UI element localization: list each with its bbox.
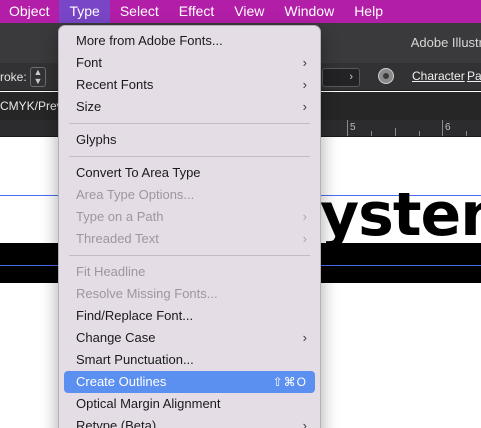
menu-item-change-case[interactable]: Change Case › <box>64 327 315 349</box>
ruler-tick <box>466 131 467 136</box>
menu-window[interactable]: Window <box>274 0 344 23</box>
ruler-label: 6 <box>445 122 451 133</box>
chevron-right-icon: › <box>302 55 307 70</box>
menu-item-label: Smart Punctuation... <box>76 352 194 367</box>
chevron-right-icon: › <box>302 418 307 428</box>
menu-item-label: Retype (Beta) <box>76 418 157 428</box>
globe-icon[interactable] <box>377 67 395 85</box>
menu-item-label: Find/Replace Font... <box>76 308 194 323</box>
chevron-right-icon: › <box>302 330 307 345</box>
menu-item-label: Resolve Missing Fonts... <box>76 286 218 301</box>
menu-separator <box>69 156 310 157</box>
menu-object[interactable]: Object <box>0 0 59 23</box>
menu-item-smart-punctuation[interactable]: Smart Punctuation... <box>64 349 315 371</box>
menu-separator <box>69 123 310 124</box>
menu-item-label: Fit Headline <box>76 264 146 279</box>
menu-item-label: Optical Margin Alignment <box>76 396 221 411</box>
menu-item-recent-fonts[interactable]: Recent Fonts › <box>64 74 315 96</box>
menu-item-fit-headline: Fit Headline <box>64 261 315 283</box>
menu-item-label: Glyphs <box>76 132 117 147</box>
menu-item-area-type-options: Area Type Options... <box>64 184 315 206</box>
menu-item-label: Size <box>76 99 102 114</box>
chevron-right-icon: › <box>302 231 307 246</box>
menu-select[interactable]: Select <box>110 0 169 23</box>
chevron-right-icon: › <box>302 77 307 92</box>
chevron-right-icon: › <box>302 209 307 224</box>
app-title: Adobe Illustr <box>410 35 481 50</box>
font-size-field[interactable]: › <box>322 68 360 87</box>
ruler-tick <box>371 131 372 136</box>
canvas-text[interactable]: ysten <box>320 185 481 245</box>
ruler-tick <box>395 128 396 136</box>
menu-item-find-replace-font[interactable]: Find/Replace Font... <box>64 305 315 327</box>
menu-item-label: Type on a Path <box>76 209 164 224</box>
menu-item-label: Recent Fonts <box>76 77 154 92</box>
menu-item-convert-to-area-type[interactable]: Convert To Area Type <box>64 162 315 184</box>
menu-item-size[interactable]: Size › <box>64 96 315 118</box>
menu-item-threaded-text: Threaded Text › <box>64 228 315 250</box>
type-menu-dropdown: More from Adobe Fonts... Font › Recent Font… <box>58 25 321 428</box>
menu-item-label: Convert To Area Type <box>76 165 201 180</box>
stroke-stepper[interactable]: ▲ ▼ <box>30 67 46 87</box>
menu-bar: Object Type Select Effect View Window He… <box>0 0 481 23</box>
character-panel-link[interactable]: Character <box>412 69 465 83</box>
menu-item-more-from-adobe-fonts[interactable]: More from Adobe Fonts... <box>64 30 315 52</box>
ruler-tick <box>442 120 443 136</box>
document-tab[interactable]: CMYK/Previ <box>0 92 65 120</box>
ruler-tick <box>347 120 348 136</box>
menu-item-label: Area Type Options... <box>76 187 195 202</box>
menu-help[interactable]: Help <box>344 0 393 23</box>
menu-item-label: Create Outlines <box>76 374 167 389</box>
ruler-label: 5 <box>350 122 356 133</box>
menu-item-glyphs[interactable]: Glyphs <box>64 129 315 151</box>
menu-item-optical-margin-alignment[interactable]: Optical Margin Alignment <box>64 393 315 415</box>
menu-item-font[interactable]: Font › <box>64 52 315 74</box>
menu-item-type-on-a-path: Type on a Path › <box>64 206 315 228</box>
menu-separator <box>69 255 310 256</box>
menu-effect[interactable]: Effect <box>169 0 225 23</box>
chevron-right-icon: › <box>302 99 307 114</box>
keyboard-shortcut: ⇧⌘O <box>272 375 307 389</box>
menu-item-create-outlines[interactable]: Create Outlines ⇧⌘O <box>64 371 315 393</box>
menu-item-retype-beta[interactable]: Retype (Beta) › <box>64 415 315 428</box>
menu-type[interactable]: Type <box>59 0 110 23</box>
menu-view[interactable]: View <box>224 0 274 23</box>
paragraph-panel-link[interactable]: Par <box>467 69 481 83</box>
menu-item-label: Change Case <box>76 330 156 345</box>
ruler-tick <box>419 131 420 136</box>
menu-item-resolve-missing-fonts: Resolve Missing Fonts... <box>64 283 315 305</box>
menu-item-label: More from Adobe Fonts... <box>76 33 223 48</box>
menu-item-label: Font <box>76 55 103 70</box>
stroke-label: roke: <box>0 70 27 84</box>
menu-item-label: Threaded Text <box>76 231 159 246</box>
